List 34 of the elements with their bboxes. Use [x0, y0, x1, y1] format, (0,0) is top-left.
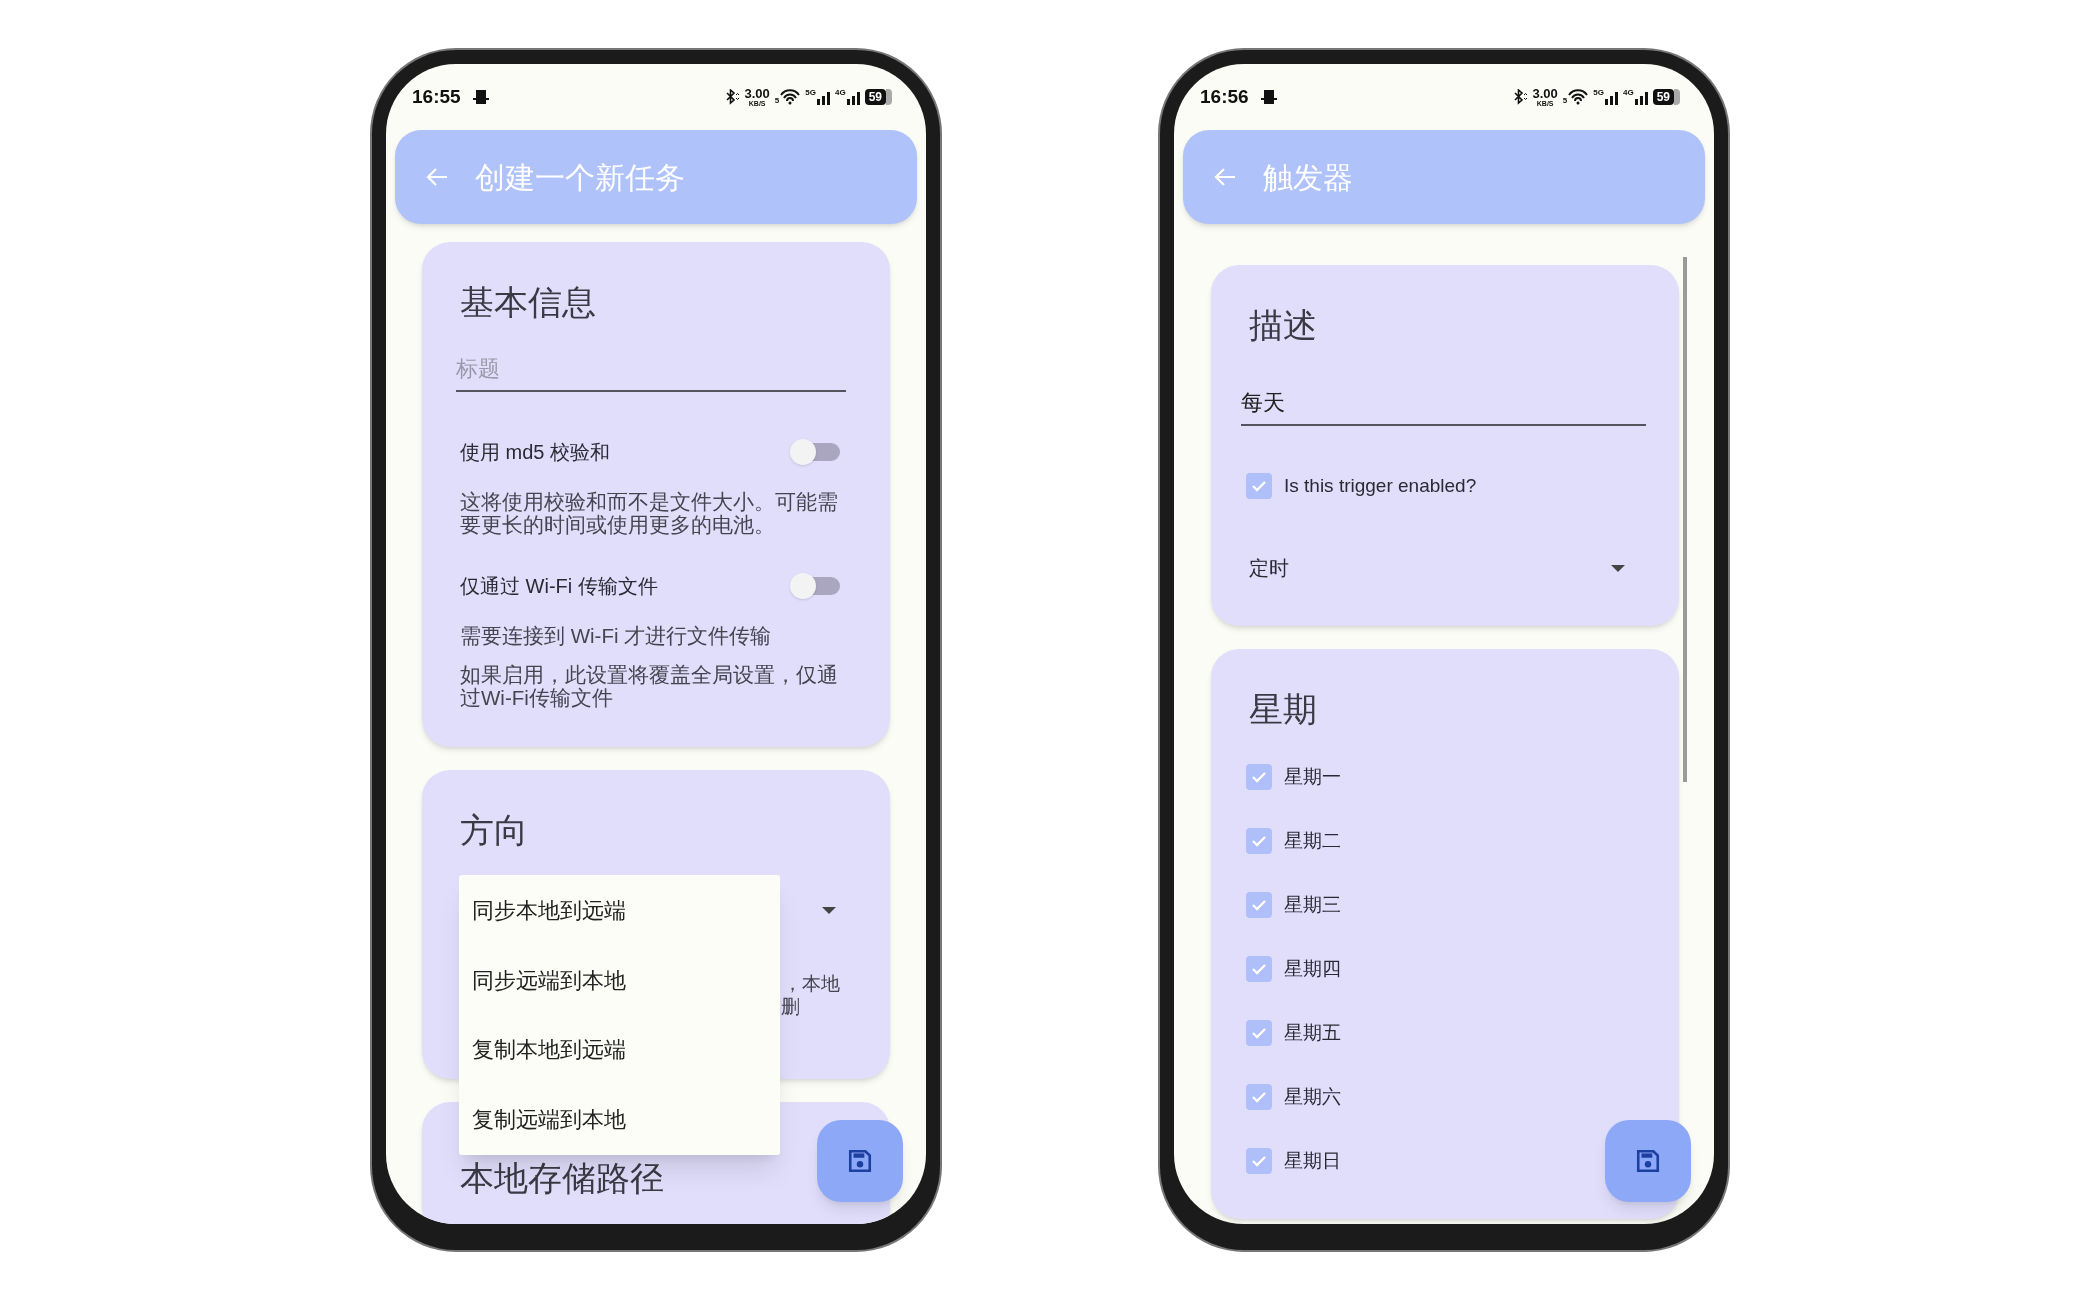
network-type-text: 4G [1622, 89, 1634, 97]
network-type-text: 4G [834, 89, 846, 97]
toggle-label: 使用 md5 校验和 [460, 440, 611, 465]
card-title: 描述 [1249, 305, 1318, 345]
checkbox-label: Is this trigger enabled? [1284, 473, 1477, 498]
checkbox-label: 星期一 [1284, 764, 1341, 789]
checkbox-label: 星期二 [1284, 828, 1341, 853]
clock-text: 16:56 [1200, 84, 1249, 109]
checkbox-label: 星期日 [1284, 1148, 1341, 1173]
network-type-text: 5G [1593, 89, 1604, 97]
network-type-text: 5G [805, 89, 816, 97]
card-title: 星期 [1249, 689, 1318, 729]
description-text: 需要连接到 Wi-Fi 才进行文件传输 [460, 624, 773, 647]
description-text: ，本地 [783, 972, 840, 995]
description-text: 这将使用校验和而不是文件大小。可能需要更长的时间或使用更多的电池。 [460, 490, 839, 536]
card-title: 方向 [460, 810, 529, 850]
checkbox-label: 星期六 [1284, 1084, 1341, 1109]
wifi-label-text: 5 [774, 97, 780, 105]
clock-text: 16:55 [412, 84, 461, 109]
speed-text: 3.00 [1532, 87, 1558, 100]
screen-title: 创建一个新任务 [475, 159, 685, 196]
screen-title: 触发器 [1263, 159, 1353, 196]
description-text: 如果启用，此设置将覆盖全局设置，仅通过Wi-Fi传输文件 [460, 663, 839, 709]
wifi-label-text: 5 [1562, 97, 1568, 105]
checkbox-label: 星期五 [1284, 1020, 1341, 1045]
description-text: 删 [781, 995, 800, 1018]
card-title: 本地存储路径 [460, 1158, 665, 1198]
battery-level-text: 59 [1652, 89, 1674, 105]
checkbox-label: 星期三 [1284, 892, 1341, 917]
battery-level-text: 59 [864, 89, 886, 105]
card-title: 基本信息 [460, 282, 597, 322]
toggle-label: 仅通过 Wi-Fi 传输文件 [460, 574, 658, 599]
checkbox-label: 星期四 [1284, 956, 1341, 981]
speed-text: 3.00 [744, 87, 770, 100]
